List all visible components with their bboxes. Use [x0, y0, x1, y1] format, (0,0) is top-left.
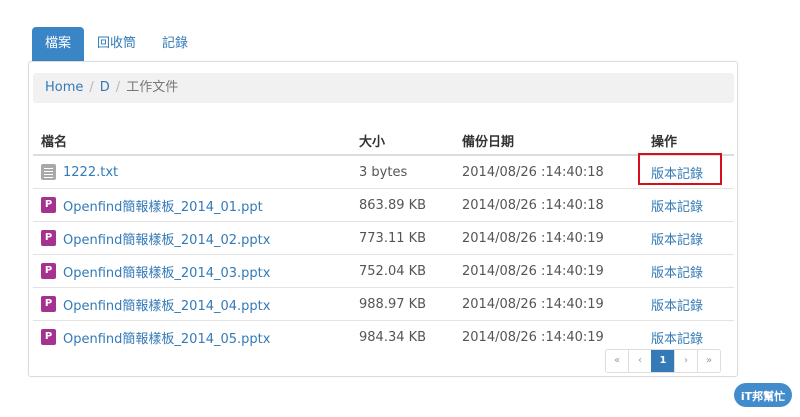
powerpoint-file-icon: P	[41, 329, 56, 345]
breadcrumb-d[interactable]: D	[100, 80, 110, 95]
file-name-link[interactable]: Openfind簡報樣板_2014_03.pptx	[63, 262, 270, 281]
powerpoint-file-icon: P	[41, 230, 56, 246]
column-header-size[interactable]: 大小	[351, 126, 454, 156]
version-history-link[interactable]: 版本記錄	[651, 295, 703, 314]
breadcrumb-separator: /	[115, 80, 121, 95]
first-page-button[interactable]: «	[606, 350, 628, 372]
version-history-link[interactable]: 版本記錄	[651, 262, 703, 281]
powerpoint-file-icon: P	[41, 296, 56, 312]
breadcrumb-current: 工作文件	[126, 80, 179, 95]
last-page-button[interactable]: »	[697, 350, 720, 372]
file-name-link[interactable]: Openfind簡報樣板_2014_02.pptx	[63, 229, 270, 248]
pagination: « ‹ 1 › »	[605, 349, 721, 373]
table-row: 1222.txt 3 bytes 2014/08/26 :14:40:18 版本…	[33, 152, 734, 189]
version-history-link[interactable]: 版本記錄	[651, 196, 703, 215]
breadcrumb-separator: /	[89, 80, 94, 95]
file-size: 752.04 KB	[351, 254, 454, 288]
file-name-cell: P Openfind簡報樣板_2014_04.pptx	[41, 295, 351, 314]
file-size: 863.89 KB	[351, 188, 454, 222]
file-name-link[interactable]: 1222.txt	[63, 165, 118, 180]
table-row: P Openfind簡報樣板_2014_04.pptx 988.97 KB 201…	[33, 287, 734, 321]
file-name-link[interactable]: Openfind簡報樣板_2014_05.pptx	[63, 328, 270, 347]
table-row: P Openfind簡報樣板_2014_03.pptx 752.04 KB 201…	[33, 254, 734, 288]
tab-bar: 檔案 回收筒 記錄	[32, 27, 201, 61]
table-row: P Openfind簡報樣板_2014_01.ppt 863.89 KB 2014…	[33, 188, 734, 222]
version-history-link[interactable]: 版本記錄	[637, 152, 723, 185]
tab-recycle-bin[interactable]: 回收筒	[84, 27, 149, 61]
file-name-link[interactable]: Openfind簡報樣板_2014_04.pptx	[63, 295, 270, 314]
column-header-date[interactable]: 備份日期	[454, 126, 643, 156]
table-row: P Openfind簡報樣板_2014_02.pptx 773.11 KB 201…	[33, 221, 734, 255]
file-size: 984.34 KB	[359, 329, 427, 345]
column-header-name[interactable]: 檔名	[33, 126, 351, 156]
text-file-icon	[41, 164, 56, 180]
file-name-cell: P Openfind簡報樣板_2014_05.pptx	[41, 328, 351, 347]
powerpoint-file-icon: P	[41, 197, 56, 213]
file-name-link[interactable]: Openfind簡報樣板_2014_01.ppt	[63, 196, 263, 215]
file-size: 988.97 KB	[351, 287, 454, 321]
file-size: 773.11 KB	[351, 221, 454, 255]
version-history-link[interactable]: 版本記錄	[651, 328, 703, 347]
backup-date: 2014/08/26 :14:40:18	[454, 155, 643, 189]
backup-date: 2014/08/26 :14:40:19	[454, 254, 643, 288]
file-name-cell: P Openfind簡報樣板_2014_01.ppt	[41, 196, 351, 215]
file-size: 3 bytes	[351, 155, 454, 189]
column-header-action: 操作	[643, 126, 734, 156]
breadcrumb-home[interactable]: Home	[45, 80, 83, 95]
ithome-logo-watermark: iT邦幫忙	[734, 383, 792, 407]
table-header-row: 檔名 大小 備份日期 操作	[33, 126, 734, 156]
next-page-button[interactable]: ›	[674, 350, 697, 372]
logo-text: iT邦幫忙	[741, 389, 785, 403]
breadcrumb: Home / D / 工作文件	[33, 73, 734, 103]
file-name-cell: 1222.txt	[41, 164, 351, 180]
file-name-cell: P Openfind簡報樣板_2014_02.pptx	[41, 229, 351, 248]
page-1-button[interactable]: 1	[651, 350, 674, 372]
powerpoint-file-icon: P	[41, 263, 56, 279]
file-name-cell: P Openfind簡報樣板_2014_03.pptx	[41, 262, 351, 281]
previous-page-button[interactable]: ‹	[628, 350, 651, 372]
file-panel: Home / D / 工作文件 檔名 大小 備份日期 操作 1222.txt 3 byt…	[28, 61, 738, 377]
file-table: 檔名 大小 備份日期 操作 1222.txt 3 bytes 2014/08/2…	[33, 126, 734, 353]
tab-files[interactable]: 檔案	[32, 27, 85, 61]
backup-date: 2014/08/26 :14:40:19	[454, 221, 643, 255]
tab-records[interactable]: 記錄	[149, 27, 201, 61]
backup-date: 2014/08/26 :14:40:19	[454, 287, 643, 321]
backup-date: 2014/08/26 :14:40:18	[454, 188, 643, 222]
version-history-link[interactable]: 版本記錄	[651, 229, 703, 248]
